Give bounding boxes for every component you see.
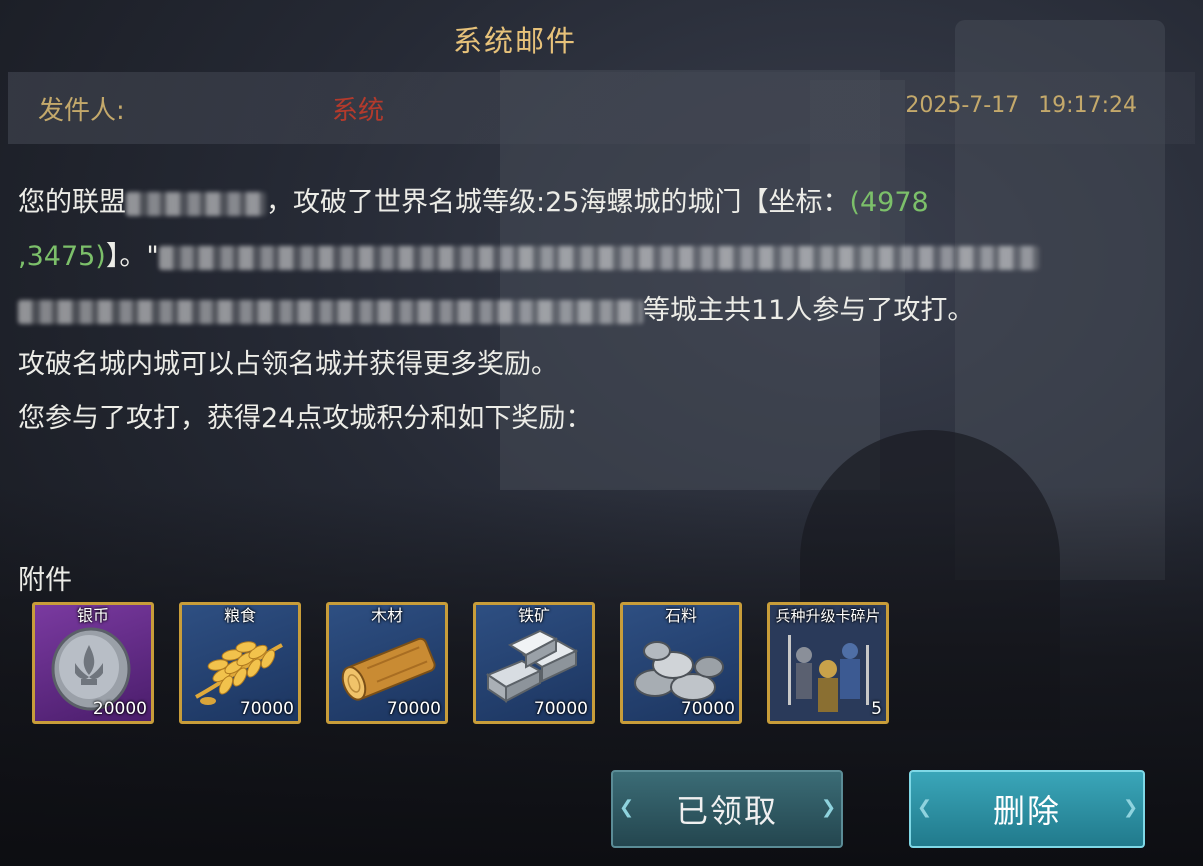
attachments-label: 附件 [18,565,72,596]
body-text-segment: 等城主共11人参与了攻打。 [643,295,975,326]
mail-time: 19:17:24 [1038,93,1137,118]
attachment-item-stone[interactable]: 石料 70000 [620,602,742,724]
body-text-segment: 】。" [105,241,159,272]
attachment-item-wood[interactable]: 木材 70000 [326,602,448,724]
body-line-3: 等城主共11人参与了攻打。 [18,284,1148,338]
attachment-item-quantity: 5 [871,699,882,719]
claimed-button[interactable]: ❮ 已领取 ❯ [611,770,843,848]
body-line-2: ,3475)】。" [18,230,1148,284]
attachment-item-quantity: 70000 [533,699,588,719]
button-right-ornament: ❯ [1123,797,1141,818]
attachment-item-name: 银币 [76,606,109,625]
attachment-item-name: 木材 [370,606,403,625]
attachment-item-name: 石料 [664,606,697,625]
redacted-text [18,299,643,324]
delete-button-label: 删除 [992,792,1061,830]
sender-label: 发件人: [38,96,125,126]
button-right-ornament: ❯ [821,797,839,818]
body-line-5: 您参与了攻打，获得24点攻城积分和如下奖励： [18,403,593,434]
body-line-1: 您的联盟 ，攻破了世界名城等级:25海螺城的城门【坐标：(4978 [18,176,1148,230]
mail-date: 2025-7-17 [905,93,1020,118]
redacted-text [126,191,266,216]
mail-title: 系统邮件 [452,24,577,58]
claimed-button-label: 已领取 [675,792,778,830]
redacted-text [158,245,1039,270]
delete-button[interactable]: ❮ 删除 ❯ [909,770,1145,848]
body-text-segment: ，攻破了世界名城等级:25海螺城的城门【坐标： [266,187,850,218]
sender-name: 系统 [332,96,385,126]
attachment-item-quantity: 70000 [680,699,735,719]
attachment-item-quantity: 70000 [239,699,294,719]
coordinate-link-continued[interactable]: ,3475) [18,241,106,272]
attachment-item-quantity: 70000 [386,699,441,719]
attachment-item-name: 兵种升级卡碎片 [775,607,881,625]
attachment-item-name: 铁矿 [517,606,550,625]
attachment-item-grain[interactable]: 粮食 70000 [179,602,301,724]
attachment-item-quantity: 20000 [92,699,147,719]
button-left-ornament: ❮ [917,797,935,818]
body-line-4: 攻破名城内城可以占领名城并获得更多奖励。 [18,349,558,380]
mail-timestamp: 2025-7-17 19:17:24 [905,93,1137,118]
mail-body: 您的联盟 ，攻破了世界名城等级:25海螺城的城门【坐标：(4978 ,3475)】… [18,176,1148,446]
attachment-item-unit-upgrade-card-fragment[interactable]: 兵种升级卡碎片 5 [767,602,889,724]
body-text-segment: 您的联盟 [18,187,126,218]
attachment-item-silver-coin[interactable]: 银币 20000 [32,602,154,724]
button-left-ornament: ❮ [619,797,637,818]
attachment-item-name: 粮食 [223,606,256,625]
attachment-item-iron[interactable]: 铁矿 70000 [473,602,595,724]
coordinate-link[interactable]: (4978 [849,187,928,218]
